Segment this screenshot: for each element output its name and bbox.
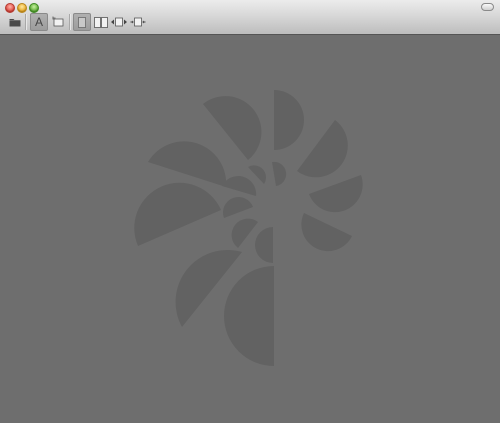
open-folder-button[interactable] bbox=[7, 14, 23, 30]
fit-width-icon bbox=[111, 17, 127, 27]
toolbar-separator bbox=[25, 14, 27, 30]
toolbar-separator bbox=[69, 14, 71, 30]
minimize-window-button[interactable] bbox=[17, 3, 27, 13]
frame-select-icon bbox=[52, 16, 64, 27]
app-logo-watermark-icon bbox=[134, 90, 363, 366]
text-mode-button[interactable]: A bbox=[30, 13, 48, 31]
two-page-button[interactable] bbox=[93, 14, 109, 30]
text-mode-icon: A bbox=[34, 15, 43, 29]
zoom-window-button[interactable] bbox=[29, 3, 39, 13]
title-toolbar-bar: A bbox=[0, 0, 500, 35]
fit-width-button[interactable] bbox=[111, 14, 127, 30]
document-canvas[interactable] bbox=[0, 35, 500, 423]
two-page-icon bbox=[94, 16, 108, 28]
folder-icon bbox=[9, 19, 21, 27]
fit-page-button[interactable] bbox=[130, 14, 146, 30]
close-window-button[interactable] bbox=[5, 3, 15, 13]
fit-page-icon bbox=[130, 17, 146, 27]
single-page-button[interactable] bbox=[73, 13, 91, 31]
app-window: A bbox=[0, 0, 500, 423]
frame-select-button[interactable] bbox=[50, 14, 66, 30]
single-page-icon bbox=[78, 16, 86, 28]
toolbar-toggle-button[interactable] bbox=[481, 3, 494, 11]
